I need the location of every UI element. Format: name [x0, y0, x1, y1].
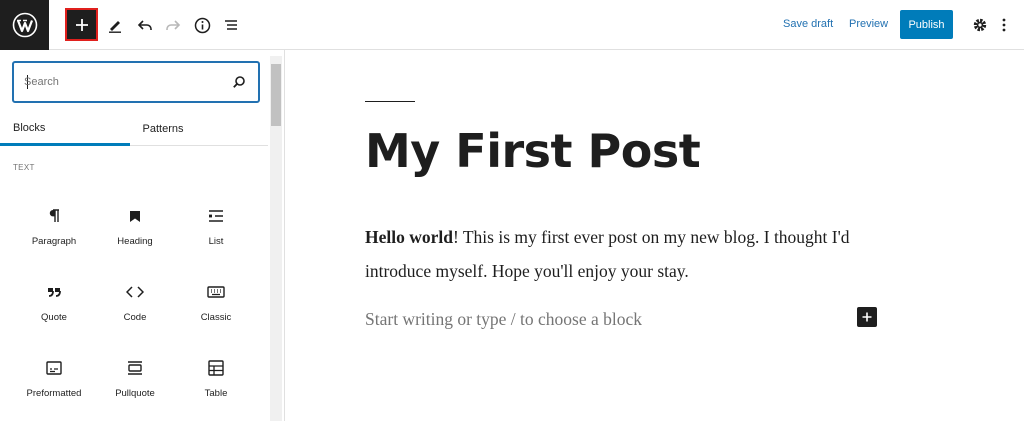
- publish-button[interactable]: Publish: [900, 10, 953, 39]
- search-icon: [233, 76, 245, 88]
- pencil-icon: [109, 21, 121, 33]
- plus-icon: [862, 312, 872, 322]
- block-label: Classic: [200, 312, 232, 323]
- table-icon: [206, 358, 226, 378]
- default-block-appender[interactable]: Start writing or type / to choose a bloc…: [365, 309, 642, 330]
- block-item-quote[interactable]: Quote: [15, 266, 93, 336]
- inserter-tabs: Blocks Patterns: [0, 112, 268, 146]
- more-options-button[interactable]: [994, 10, 1014, 40]
- post-title[interactable]: My First Post: [365, 124, 701, 178]
- block-item-pullquote[interactable]: Pullquote: [96, 342, 174, 412]
- paragraph-bold-text: Hello world: [365, 227, 453, 247]
- paragraph-block[interactable]: Hello world! This is my first ever post …: [365, 220, 885, 288]
- category-title: TEXT: [13, 163, 35, 172]
- title-separator: [365, 101, 415, 102]
- search-input[interactable]: [24, 63, 224, 101]
- block-label: Preformatted: [26, 388, 82, 399]
- wordpress-logo-button[interactable]: [0, 0, 49, 50]
- block-label: Pullquote: [115, 388, 155, 399]
- top-toolbar: Save draft Preview Publish: [0, 0, 1024, 50]
- block-item-table[interactable]: Table: [177, 342, 255, 412]
- pullquote-icon: [125, 358, 145, 378]
- quote-icon: [44, 282, 64, 302]
- block-item-code[interactable]: Code: [96, 266, 174, 336]
- undo-icon: [137, 20, 152, 30]
- info-icon: [194, 17, 210, 33]
- redo-icon: [166, 20, 181, 30]
- gear-icon: [973, 18, 987, 32]
- block-label: Quote: [41, 312, 67, 323]
- scrollbar-thumb[interactable]: [271, 64, 281, 126]
- wordpress-logo-icon: [12, 12, 37, 38]
- block-item-heading[interactable]: Heading: [96, 190, 174, 260]
- list-icon: [206, 206, 226, 226]
- plus-icon: [75, 18, 88, 31]
- tools-button[interactable]: [100, 10, 130, 40]
- list-view-icon: [225, 20, 237, 30]
- block-item-preformatted[interactable]: Preformatted: [15, 342, 93, 412]
- undo-button[interactable]: [130, 10, 160, 40]
- list-view-button[interactable]: [216, 10, 246, 40]
- block-label: Heading: [117, 236, 153, 247]
- block-item-classic[interactable]: Classic: [177, 266, 255, 336]
- bookmark-icon: [125, 206, 145, 226]
- add-block-button[interactable]: [857, 307, 877, 327]
- save-draft-button[interactable]: Save draft: [783, 18, 833, 30]
- settings-button[interactable]: [965, 10, 995, 40]
- block-item-paragraph[interactable]: Paragraph: [15, 190, 93, 260]
- search-box[interactable]: [12, 61, 260, 103]
- code-icon: [125, 282, 145, 302]
- keyboard-icon: [206, 282, 226, 302]
- block-label: Code: [123, 312, 147, 323]
- paragraph-icon: [44, 206, 64, 226]
- block-label: Paragraph: [31, 236, 77, 247]
- redo-button[interactable]: [158, 10, 188, 40]
- block-label: List: [208, 236, 224, 247]
- toggle-block-inserter-button[interactable]: [65, 8, 98, 41]
- panel-scrollbar[interactable]: [270, 56, 282, 421]
- editor-canvas: My First Post Hello world! This is my fi…: [286, 50, 1024, 421]
- block-label: Table: [204, 388, 228, 399]
- details-button[interactable]: [187, 10, 217, 40]
- block-item-list[interactable]: List: [177, 190, 255, 260]
- preformatted-icon: [44, 358, 64, 378]
- block-inserter-panel: Blocks Patterns TEXT Paragraph Heading L…: [0, 50, 285, 421]
- preview-button[interactable]: Preview: [849, 18, 888, 30]
- more-vertical-icon: [1002, 18, 1006, 32]
- tab-patterns[interactable]: Patterns: [100, 112, 226, 146]
